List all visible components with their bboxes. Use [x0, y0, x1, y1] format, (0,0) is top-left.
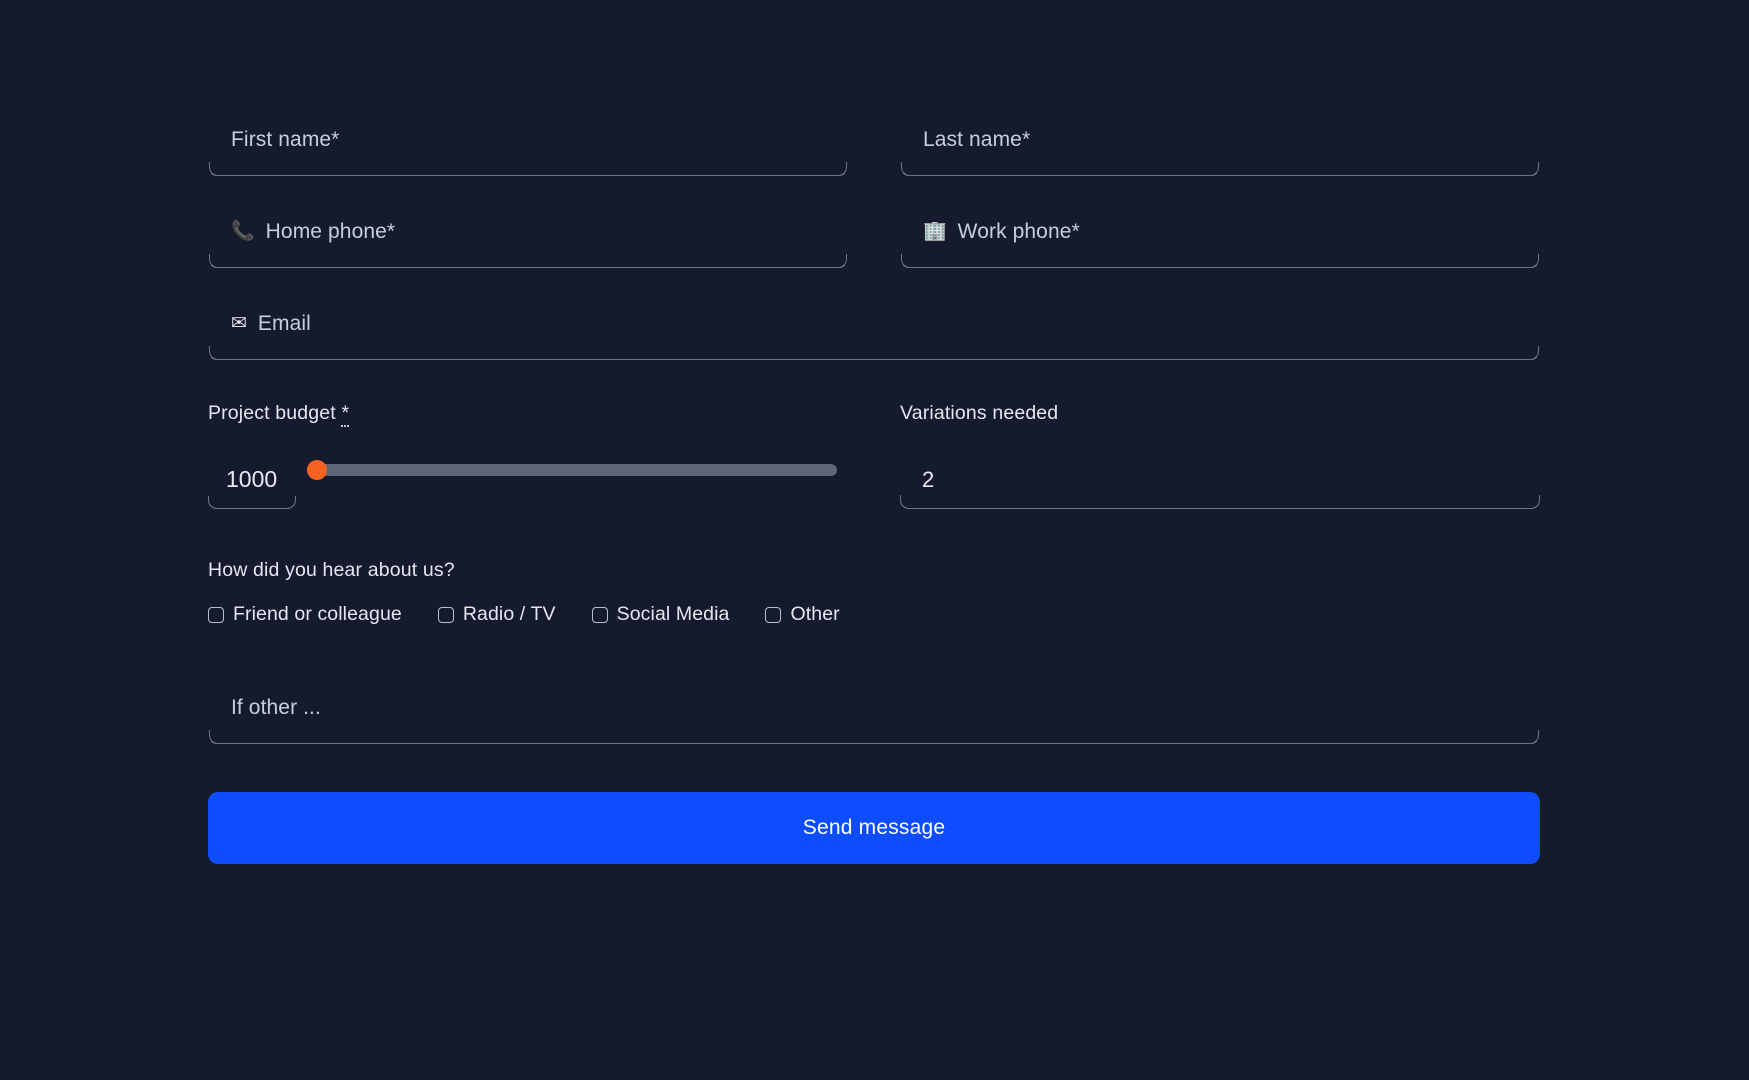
phone-icon: 📞 [231, 221, 255, 242]
variations-label: Variations needed [900, 402, 1059, 424]
last-name-input[interactable]: Last name* [900, 104, 1540, 176]
checkbox-icon[interactable] [437, 606, 454, 623]
last-name-field-wrapper: Last name* [900, 104, 1540, 176]
email-field-wrapper: ✉ Email [208, 288, 1540, 360]
checkbox-icon[interactable] [765, 606, 782, 623]
work-phone-placeholder: Work phone* [957, 219, 1080, 243]
last-name-placeholder: Last name* [923, 127, 1031, 151]
contact-form: First name* Last name* 📞 Home phone* 🏢 W… [208, 104, 1540, 864]
budget-slider[interactable] [307, 460, 837, 480]
budget-variations-row: Project budget * 1000 Variations needed [208, 402, 1540, 509]
hear-about-group: How did you hear about us? Friend or col… [208, 559, 1540, 626]
checkbox-icon[interactable] [208, 606, 224, 623]
variations-value: 2 [922, 466, 935, 492]
required-asterisk: * [341, 402, 350, 427]
slider-track [307, 464, 837, 476]
home-phone-field-wrapper: 📞 Home phone* [208, 196, 848, 268]
building-icon: 🏢 [923, 221, 947, 242]
phone-row: 📞 Home phone* 🏢 Work phone* [208, 196, 1540, 268]
if-other-input[interactable]: If other ... [208, 672, 1540, 744]
checkbox-icon[interactable] [591, 606, 608, 623]
work-phone-field-wrapper: 🏢 Work phone* [900, 196, 1540, 268]
first-name-field-wrapper: First name* [208, 104, 848, 176]
checkbox-label: Friend or colleague [233, 603, 402, 625]
first-name-input[interactable]: First name* [208, 104, 848, 176]
name-row: First name* Last name* [208, 104, 1540, 176]
budget-label: Project budget * [208, 402, 848, 427]
checkbox-label: Social Media [616, 603, 730, 625]
if-other-placeholder: If other ... [231, 695, 321, 719]
slider-thumb[interactable] [307, 460, 327, 480]
if-other-field-wrapper: If other ... [208, 672, 1540, 744]
checkbox-label: Other [790, 603, 840, 625]
email-row: ✉ Email [208, 288, 1540, 360]
contact-form-page: First name* Last name* 📞 Home phone* 🏢 W… [0, 0, 1749, 1080]
hear-about-options: Friend or colleague Radio / TV Social Medi… [208, 603, 1540, 626]
budget-group: Project budget * 1000 [208, 402, 848, 509]
budget-value: 1000 [226, 466, 278, 492]
first-name-placeholder: First name* [231, 127, 340, 151]
home-phone-placeholder: Home phone* [265, 219, 396, 243]
email-input[interactable]: ✉ Email [208, 288, 1540, 360]
home-phone-input[interactable]: 📞 Home phone* [208, 196, 848, 268]
if-other-row: If other ... [208, 672, 1540, 744]
checkbox-item[interactable]: Social Media [591, 603, 730, 626]
checkbox-label: Radio / TV [462, 603, 556, 625]
work-phone-input[interactable]: 🏢 Work phone* [900, 196, 1540, 268]
envelope-icon: ✉ [231, 313, 247, 334]
variations-input[interactable]: 2 [900, 451, 1540, 509]
budget-value-input[interactable]: 1000 [208, 451, 296, 509]
checkbox-item[interactable]: Other [765, 603, 840, 626]
budget-label-text: Project budget [208, 402, 336, 424]
hear-about-question: How did you hear about us? [208, 559, 455, 581]
variations-group: Variations needed 2 [900, 402, 1540, 509]
checkbox-item[interactable]: Radio / TV [437, 603, 556, 626]
send-message-button[interactable]: Send message [208, 792, 1540, 864]
budget-slider-row: 1000 [208, 451, 848, 509]
email-placeholder: Email [257, 311, 311, 335]
checkbox-item[interactable]: Friend or colleague [208, 603, 402, 626]
